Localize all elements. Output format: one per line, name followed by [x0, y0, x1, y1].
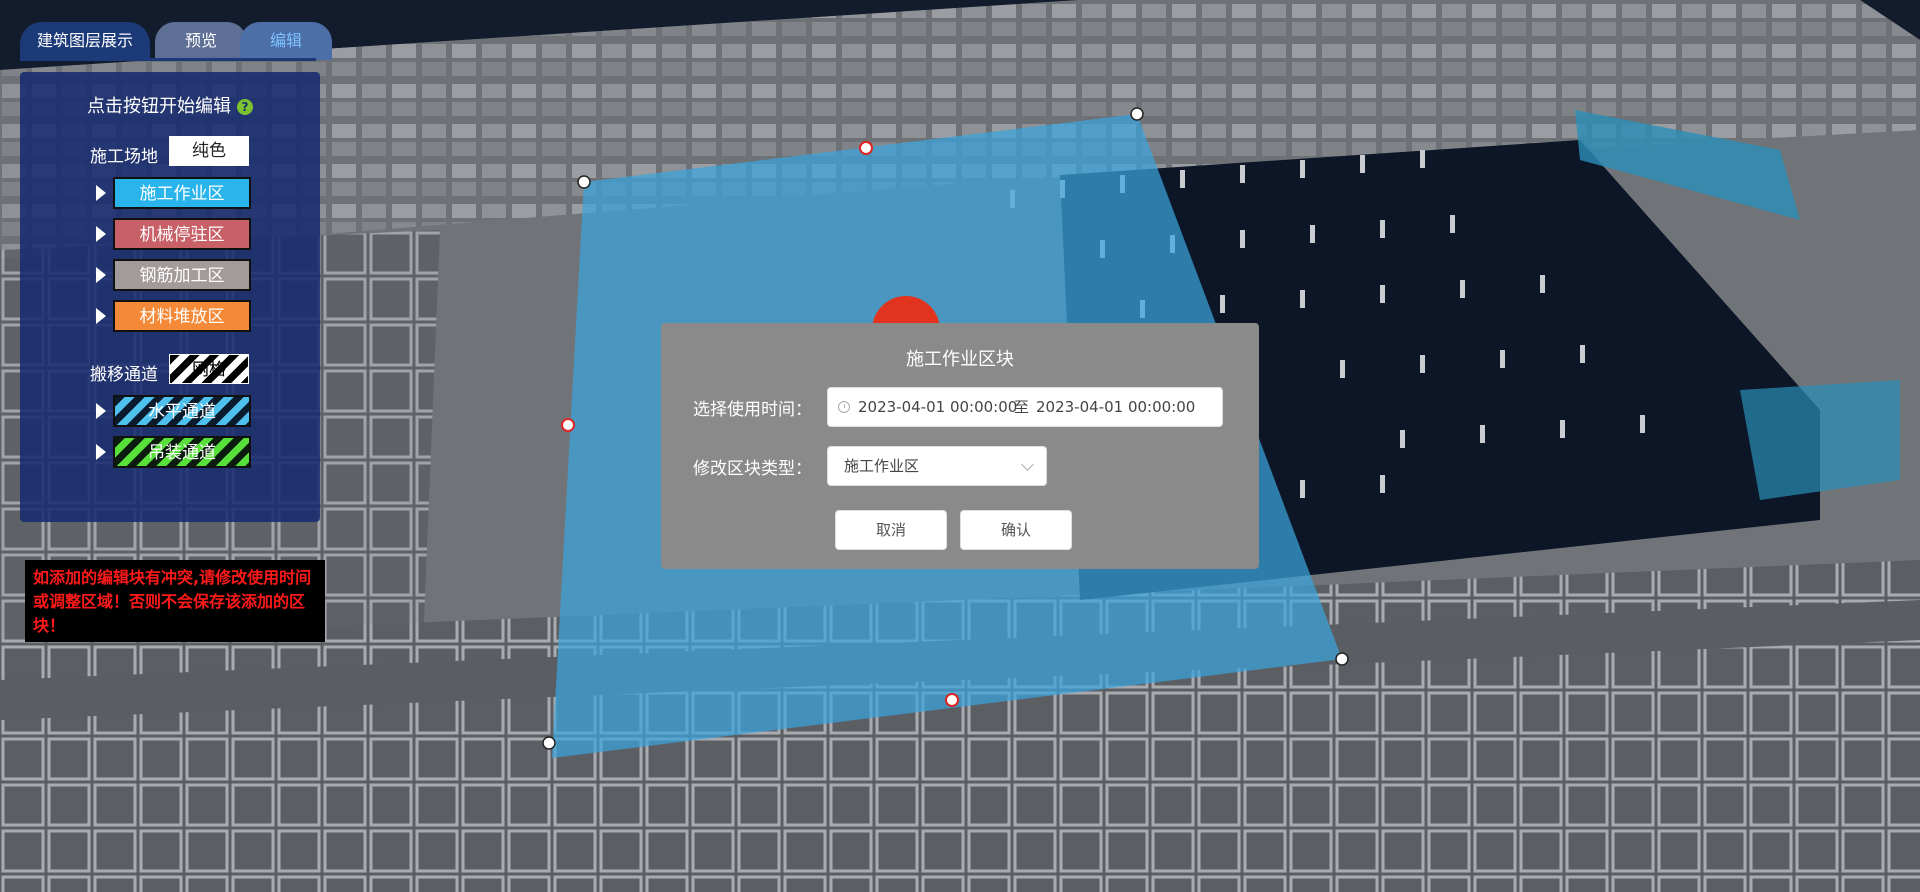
zone-button-material-storage[interactable]: 材料堆放区: [113, 300, 251, 332]
pit-edge: [1740, 380, 1900, 500]
end-time-value[interactable]: 2023-04-01 00:00:00: [1036, 388, 1195, 426]
tab-preview[interactable]: 预览: [155, 22, 247, 60]
conflict-warning: 如添加的编辑块有冲突,请修改使用时间或调整区域！否则不会保存该添加的区块！: [25, 560, 325, 642]
expand-arrow-icon[interactable]: [96, 226, 106, 242]
zone-button-work-area[interactable]: 施工作业区: [113, 177, 251, 209]
zone-type-select[interactable]: 施工作业区: [827, 446, 1047, 486]
site-style-toggle[interactable]: 纯色: [169, 136, 249, 166]
zone-edit-dialog: 施工作业区块 选择使用时间： 2023-04-01 00:00:00 至 202…: [661, 323, 1259, 569]
tab-underline: [20, 58, 316, 61]
expand-arrow-icon[interactable]: [96, 444, 106, 460]
panel-title-text: 点击按钮开始编辑: [87, 96, 231, 117]
expand-arrow-icon[interactable]: [96, 267, 106, 283]
chevron-down-icon: [1021, 458, 1034, 471]
range-separator: 至: [1014, 398, 1030, 416]
start-time-value[interactable]: 2023-04-01 00:00:00: [858, 388, 1017, 426]
time-label: 选择使用时间：: [693, 400, 812, 420]
site-label: 施工场地: [90, 147, 158, 167]
clock-icon: [838, 401, 850, 413]
zone-button-rebar-processing[interactable]: 钢筋加工区: [113, 259, 251, 291]
confirm-button[interactable]: 确认: [960, 510, 1072, 550]
passage-button-hoisting[interactable]: 吊装通道: [113, 436, 251, 468]
cancel-button[interactable]: 取消: [835, 510, 947, 550]
help-icon[interactable]: ?: [237, 99, 253, 115]
tab-building-layers[interactable]: 建筑图层展示: [20, 22, 150, 60]
passage-style-toggle[interactable]: 网格: [169, 354, 249, 384]
panel-title: 点击按钮开始编辑?: [20, 92, 320, 118]
passage-button-horizontal[interactable]: 水平通道: [113, 395, 251, 427]
expand-arrow-icon[interactable]: [96, 308, 106, 324]
dialog-title: 施工作业区块: [906, 349, 1014, 370]
passage-label: 搬移通道: [90, 365, 158, 385]
edit-panel: 点击按钮开始编辑? 施工场地 纯色 施工作业区 机械停驻区 钢筋加工区 材料堆放…: [20, 72, 320, 522]
date-range-picker[interactable]: 2023-04-01 00:00:00 至 2023-04-01 00:00:0…: [827, 387, 1223, 427]
zone-type-value: 施工作业区: [844, 457, 920, 475]
type-label: 修改区块类型：: [693, 459, 812, 479]
expand-arrow-icon[interactable]: [96, 185, 106, 201]
expand-arrow-icon[interactable]: [96, 403, 106, 419]
tab-edit[interactable]: 编辑: [240, 22, 332, 60]
zone-button-machine-parking[interactable]: 机械停驻区: [113, 218, 251, 250]
